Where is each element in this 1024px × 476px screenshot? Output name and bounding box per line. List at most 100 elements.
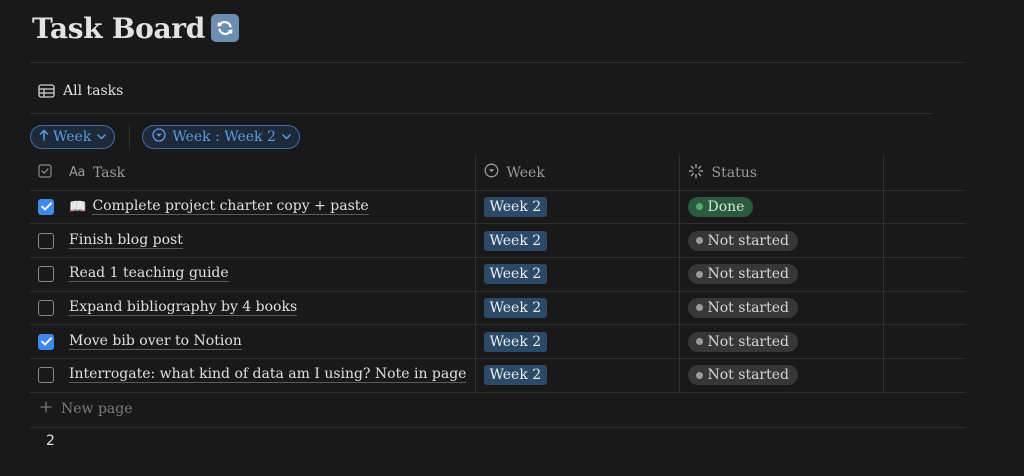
task-title[interactable]: Move bib over to Notion (69, 333, 242, 350)
footer-divider (30, 427, 965, 428)
task-cell[interactable]: Expand bibliography by 4 books (61, 291, 476, 326)
chevron-down-icon (97, 132, 107, 143)
status-dot (695, 338, 703, 346)
table-row[interactable]: Read 1 teaching guide Week 2 Not started (30, 257, 965, 292)
task-title[interactable]: Complete project charter copy + paste (92, 198, 369, 215)
task-cell[interactable]: Finish blog post (61, 223, 476, 258)
table-row[interactable]: 📖 Complete project charter copy + paste We… (30, 190, 965, 225)
checkbox-checked[interactable] (38, 333, 54, 350)
status-label: Not started (707, 232, 789, 249)
header-status[interactable]: Status (679, 156, 884, 191)
select-icon (152, 128, 166, 146)
sync-icon[interactable] (211, 14, 240, 42)
status-badge: Not started (687, 365, 798, 386)
week-cell[interactable]: Week 2 (475, 291, 680, 326)
task-table: Aa Task Week Status 📖 Complete project c… (30, 156, 965, 393)
page-title[interactable]: Task Board (32, 12, 205, 45)
sort-pill-week[interactable]: Week (30, 125, 116, 149)
row-count: 2 (46, 433, 55, 449)
arrow-up-icon (39, 129, 49, 145)
week-tag: Week 2 (483, 264, 548, 285)
status-badge: Not started (687, 230, 798, 251)
view-tab-all-tasks[interactable]: All tasks (38, 80, 123, 102)
status-label: Not started (707, 367, 789, 384)
table-row[interactable]: Move bib over to Notion Week 2 Not started (30, 324, 965, 359)
status-label: Not started (707, 333, 789, 350)
table-row[interactable]: Finish blog post Week 2 Not started (30, 223, 965, 258)
header-task-label: Task (92, 164, 126, 181)
status-cell[interactable]: Not started (679, 358, 884, 393)
status-dot (695, 371, 703, 379)
checkbox-unchecked[interactable] (38, 367, 54, 384)
extra-cell (883, 257, 965, 292)
week-tag: Week 2 (483, 297, 548, 318)
task-cell[interactable]: Move bib over to Notion (61, 324, 476, 359)
week-tag: Week 2 (483, 196, 548, 217)
status-cell[interactable]: Not started (679, 291, 884, 326)
header-task[interactable]: Aa Task (61, 156, 476, 191)
status-dot (695, 203, 703, 211)
week-cell[interactable]: Week 2 (475, 257, 680, 292)
extra-cell (883, 324, 965, 359)
new-page-button[interactable]: New page (40, 398, 133, 420)
chevron-down-icon (282, 132, 291, 143)
filter-bar: Week Week : Week 2 (30, 125, 300, 149)
status-dot (695, 237, 703, 245)
week-cell[interactable]: Week 2 (475, 223, 680, 258)
filter-pill-week[interactable]: Week : Week 2 (142, 125, 300, 149)
status-badge: Not started (687, 264, 798, 285)
table-row[interactable]: Interrogate: what kind of data am I usin… (30, 358, 965, 393)
header-add-column[interactable] (883, 156, 965, 191)
week-tag: Week 2 (483, 230, 548, 251)
status-label: Done (707, 198, 745, 215)
task-title[interactable]: Interrogate: what kind of data am I usin… (69, 367, 467, 384)
status-cell[interactable]: Not started (679, 324, 884, 359)
header-week-label: Week (506, 164, 545, 181)
status-badge: Done (687, 196, 754, 217)
checkbox-unchecked[interactable] (38, 266, 54, 283)
status-cell[interactable]: Done (679, 190, 884, 225)
week-tag: Week 2 (483, 365, 548, 386)
checkbox-unchecked[interactable] (38, 299, 54, 316)
status-label: Not started (707, 266, 789, 283)
select-icon (484, 163, 499, 182)
task-cell[interactable]: Read 1 teaching guide (61, 257, 476, 292)
week-cell[interactable]: Week 2 (475, 324, 680, 359)
row-checkbox-cell (30, 223, 61, 258)
task-title[interactable]: Read 1 teaching guide (69, 266, 229, 283)
week-cell[interactable]: Week 2 (475, 358, 680, 393)
loader-icon (688, 163, 704, 183)
extra-cell (883, 291, 965, 326)
week-tag: Week 2 (483, 331, 548, 352)
status-dot (695, 270, 703, 278)
header-checkbox-column[interactable] (30, 156, 61, 191)
checkbox-unchecked[interactable] (38, 232, 54, 249)
header-week[interactable]: Week (475, 156, 680, 191)
view-divider (30, 113, 932, 114)
status-cell[interactable]: Not started (679, 223, 884, 258)
extra-cell (883, 358, 965, 393)
filter-separator (129, 125, 131, 149)
task-cell[interactable]: 📖 Complete project charter copy + paste (61, 190, 476, 225)
status-label: Not started (707, 299, 789, 316)
text-type-icon: Aa (69, 165, 85, 181)
table-row[interactable]: Expand bibliography by 4 books Week 2 Not … (30, 291, 965, 326)
check-icon (40, 202, 52, 211)
task-title[interactable]: Finish blog post (69, 232, 183, 249)
status-cell[interactable]: Not started (679, 257, 884, 292)
row-checkbox-cell (30, 257, 61, 292)
task-table-body: 📖 Complete project charter copy + paste We… (30, 190, 965, 393)
table-icon (38, 84, 55, 98)
week-cell[interactable]: Week 2 (475, 190, 680, 225)
filter-pill-label: Week : Week 2 (172, 129, 276, 145)
status-dot (695, 304, 703, 312)
task-title[interactable]: Expand bibliography by 4 books (69, 299, 298, 316)
status-badge: Not started (687, 297, 798, 318)
book-icon: 📖 (69, 198, 87, 215)
checkbox-column-icon (38, 164, 52, 182)
row-checkbox-cell (30, 324, 61, 359)
task-cell[interactable]: Interrogate: what kind of data am I usin… (61, 358, 476, 393)
row-checkbox-cell (30, 291, 61, 326)
header-status-label: Status (711, 164, 757, 181)
checkbox-checked[interactable] (38, 198, 54, 215)
